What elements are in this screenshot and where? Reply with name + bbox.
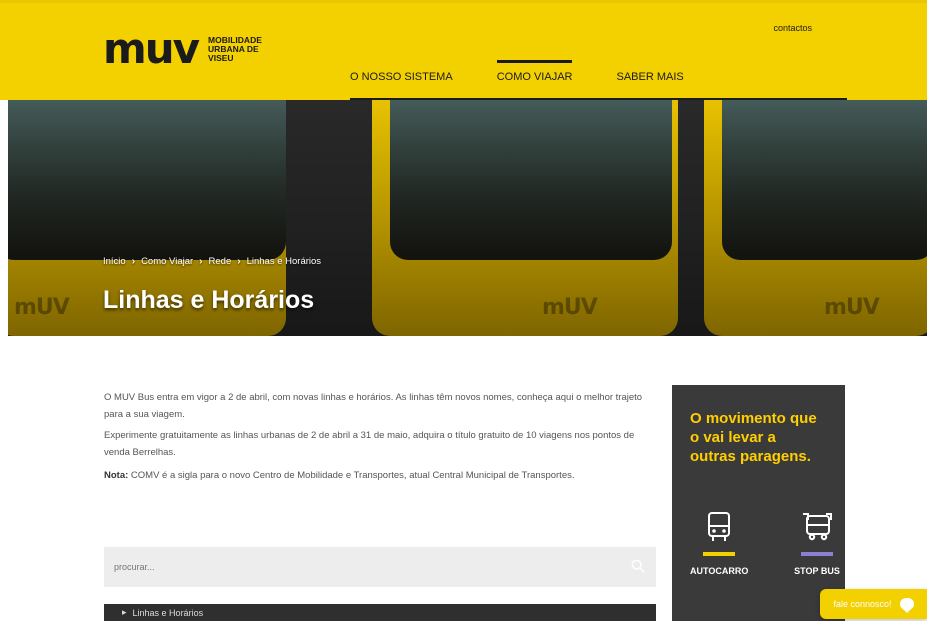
- caret-right-icon: ▸: [122, 607, 127, 617]
- chat-label: fale connosco!: [833, 599, 892, 609]
- breadcrumb-item-inicio[interactable]: Início: [103, 256, 126, 267]
- chevron-right-icon: ›: [199, 256, 203, 267]
- promo-item-autocarro[interactable]: AUTOCARRO: [690, 510, 748, 576]
- breadcrumb-item-como-viajar[interactable]: Como Viajar: [141, 256, 193, 267]
- breadcrumb-item-rede[interactable]: Rede: [209, 256, 232, 267]
- promo-bar-yellow: [703, 552, 735, 556]
- stop-bus-icon: [803, 513, 832, 541]
- logo-mark: muv: [103, 24, 200, 73]
- search-icon[interactable]: [630, 558, 646, 574]
- hero-banner: mUV mUV mUV Início › Como Viajar › Rede …: [8, 100, 927, 336]
- promo-label-autocarro: AUTOCARRO: [690, 566, 749, 576]
- intro-paragraph-1: O MUV Bus entra em vigor a 2 de abril, c…: [104, 392, 643, 420]
- page: muv MOBILIDADE URBANA DE VISEU contactos…: [0, 0, 927, 621]
- note-text: COMV é a sigla para o novo Centro de Mob…: [128, 470, 575, 481]
- lines-list-header[interactable]: ▸ Linhas e Horários: [104, 604, 656, 621]
- promo-bar-purple: [801, 552, 833, 556]
- nav-item-saber-mais[interactable]: SABER MAIS: [616, 63, 683, 83]
- lines-list-title: Linhas e Horários: [132, 607, 204, 618]
- breadcrumb: Início › Como Viajar › Rede › Linhas e H…: [103, 256, 321, 267]
- logo[interactable]: muv MOBILIDADE URBANA DE VISEU: [103, 24, 278, 73]
- nav-item-como-viajar[interactable]: COMO VIAJAR: [496, 60, 572, 83]
- chevron-right-icon: ›: [237, 256, 241, 267]
- breadcrumb-item-current: Linhas e Horários: [246, 256, 322, 267]
- bus-icon: [708, 512, 730, 541]
- chevron-right-icon: ›: [131, 256, 136, 267]
- note-paragraph: Nota: COMV é a sigla para o novo Centro …: [104, 467, 656, 484]
- intro-content: O MUV Bus entra em vigor a 2 de abril, c…: [104, 389, 656, 488]
- nav-item-o-nosso-sistema[interactable]: O NOSSO SISTEMA: [350, 63, 453, 83]
- promo-icons: AUTOCARRO STOP BUS: [690, 510, 846, 576]
- promo-panel: O movimento que o vai levar a outras par…: [672, 385, 845, 621]
- chat-button[interactable]: fale connosco!: [820, 589, 927, 619]
- intro-paragraph-2: Experimente gratuitamente as linhas urba…: [104, 430, 635, 458]
- promo-item-stop-bus[interactable]: STOP BUS: [788, 510, 846, 576]
- contacts-link[interactable]: contactos: [773, 23, 812, 33]
- chat-bubble-icon: [899, 598, 914, 613]
- search-bar: [104, 547, 656, 587]
- page-title: Linhas e Horários: [103, 286, 315, 314]
- main-nav: O NOSSO SISTEMA COMO VIAJAR SABER MAIS: [350, 60, 728, 83]
- logo-tagline: MOBILIDADE URBANA DE VISEU: [208, 34, 262, 63]
- promo-title: O movimento que o vai levar a outras par…: [690, 410, 817, 465]
- search-input[interactable]: [112, 561, 632, 573]
- note-label: Nota:: [104, 470, 129, 481]
- site-header: muv MOBILIDADE URBANA DE VISEU contactos…: [0, 0, 927, 101]
- promo-label-stop-bus: STOP BUS: [794, 566, 840, 576]
